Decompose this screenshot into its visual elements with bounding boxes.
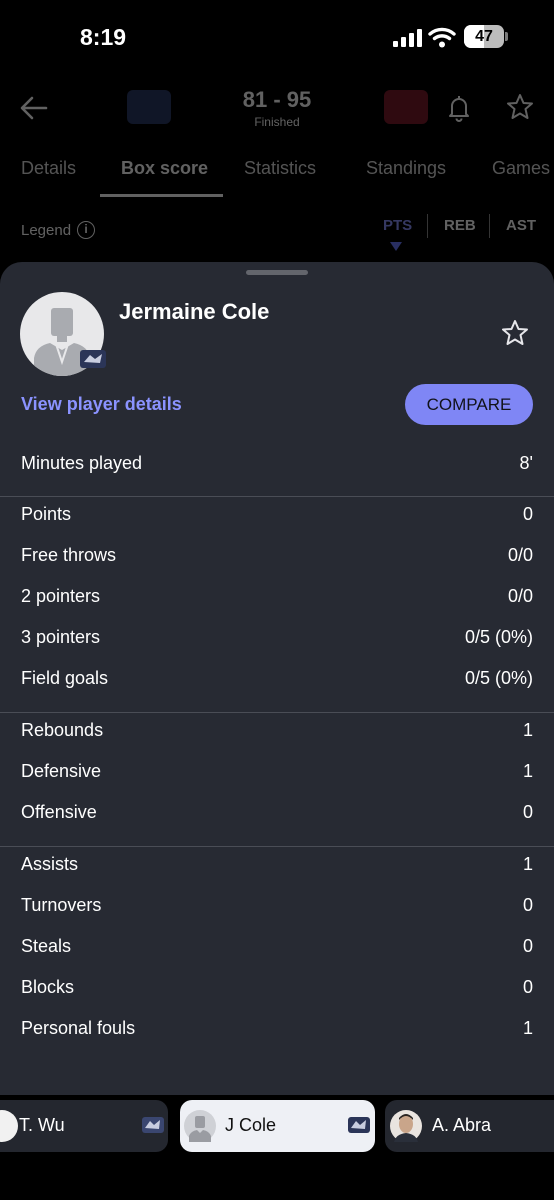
- stat-row: Defensive 1: [0, 753, 554, 794]
- stat-value: 1: [522, 854, 533, 874]
- stat-label: Minutes played: [21, 453, 143, 473]
- stat-value: 0/0: [507, 545, 533, 565]
- stat-row: Free throws 0/0: [0, 537, 554, 578]
- stat-row: Blocks 0: [0, 969, 554, 1010]
- home-team-logo[interactable]: [127, 90, 171, 124]
- status-bar: 8:19 47: [0, 0, 554, 70]
- compare-button[interactable]: COMPARE: [405, 384, 533, 425]
- bell-icon[interactable]: [447, 94, 471, 122]
- player-avatar: [0, 1110, 18, 1142]
- stat-value: 0/5 (0%): [464, 627, 533, 647]
- stat-label: Rebounds: [21, 720, 104, 740]
- stat-row: Rebounds 1: [0, 712, 554, 753]
- tab-box-score[interactable]: Box score: [121, 158, 208, 179]
- legend-label: Legend: [21, 221, 72, 239]
- match-status: Finished: [254, 115, 300, 129]
- match-score: 81 - 95: [242, 87, 312, 112]
- player-chip-name: T. Wu: [19, 1115, 65, 1135]
- toggle-reb[interactable]: REB: [444, 217, 476, 234]
- sheet-drag-handle[interactable]: [246, 270, 308, 275]
- view-player-details-link[interactable]: View player details: [21, 394, 182, 415]
- stat-value: 0: [522, 895, 533, 915]
- stat-row: 3 pointers 0/5 (0%): [0, 619, 554, 660]
- stat-label: Assists: [21, 854, 79, 874]
- player-photo-icon: [394, 1114, 418, 1142]
- stat-row: Field goals 0/5 (0%): [0, 660, 554, 701]
- toggle-ast[interactable]: AST: [506, 217, 536, 234]
- team-badge-icon: [80, 350, 106, 368]
- tab-standings[interactable]: Standings: [366, 158, 446, 179]
- stat-value: 0: [522, 977, 533, 997]
- star-icon[interactable]: [505, 92, 535, 122]
- stat-label: Blocks: [21, 977, 75, 997]
- away-team-logo[interactable]: [384, 90, 428, 124]
- stat-label: Free throws: [21, 545, 117, 565]
- stat-value: 0/0: [507, 586, 533, 606]
- stat-label: Offensive: [21, 802, 97, 822]
- stat-value: 1: [522, 720, 533, 740]
- stat-row: Points 0: [0, 496, 554, 537]
- stat-label: Personal fouls: [21, 1018, 136, 1038]
- favorite-star-icon[interactable]: [500, 318, 530, 348]
- legend-button[interactable]: Legend i: [21, 221, 96, 239]
- stat-label: Field goals: [21, 668, 109, 688]
- stat-label: Defensive: [21, 761, 102, 781]
- stat-row: 2 pointers 0/0: [0, 578, 554, 619]
- stat-value: 0: [522, 504, 533, 524]
- cellular-signal-icon: [393, 29, 422, 47]
- stat-value: 0: [522, 936, 533, 956]
- stat-row: Offensive 0: [0, 794, 554, 835]
- player-avatar: [390, 1110, 422, 1142]
- battery-icon: 47: [464, 25, 504, 48]
- player-chip-name: A. Abra: [432, 1115, 492, 1135]
- info-icon: i: [77, 221, 96, 239]
- team-badge-icon: [142, 1117, 164, 1133]
- active-toggle-caret-icon: [390, 242, 402, 251]
- stat-label: Steals: [21, 936, 72, 956]
- person-placeholder-icon: [189, 1116, 211, 1142]
- stat-row: Assists 1: [0, 846, 554, 887]
- stat-row: Steals 0: [0, 928, 554, 969]
- stat-value: 1: [522, 1018, 533, 1038]
- stat-row: Turnovers 0: [0, 887, 554, 928]
- tab-games[interactable]: Games: [492, 158, 550, 179]
- player-stats-sheet: Jermaine Cole View player details COMPAR…: [0, 262, 554, 1200]
- player-chip-t-wu[interactable]: T. Wu: [0, 1100, 168, 1152]
- tab-statistics[interactable]: Statistics: [244, 158, 316, 179]
- stat-row: Minutes played 8': [0, 445, 554, 486]
- tab-bar: Details Box score Statistics Standings G…: [0, 158, 554, 200]
- stat-label: 2 pointers: [21, 586, 101, 606]
- stat-value: 1: [522, 761, 533, 781]
- player-chip-name: J Cole: [225, 1115, 277, 1135]
- player-name: Jermaine Cole: [119, 299, 270, 324]
- battery-level: 47: [475, 28, 493, 45]
- player-avatar: [184, 1110, 216, 1142]
- stat-value: 0/5 (0%): [464, 668, 533, 688]
- toggle-divider: [489, 214, 490, 238]
- stat-label: 3 pointers: [21, 627, 101, 647]
- stat-label: Points: [21, 504, 72, 524]
- tab-details[interactable]: Details: [21, 158, 76, 179]
- player-switcher: T. Wu J Cole A. Abra: [0, 1095, 554, 1200]
- player-chip-j-cole[interactable]: J Cole: [180, 1100, 375, 1152]
- back-arrow-icon[interactable]: [18, 92, 50, 124]
- team-badge-icon: [348, 1117, 370, 1133]
- stat-row: Personal fouls 1: [0, 1010, 554, 1051]
- stat-value: 0: [522, 802, 533, 822]
- stat-value: 8': [519, 453, 533, 473]
- active-tab-indicator: [100, 194, 223, 197]
- status-time: 8:19: [80, 24, 127, 50]
- stat-label: Turnovers: [21, 895, 102, 915]
- player-chip-a-abra[interactable]: A. Abra: [385, 1100, 554, 1152]
- wifi-icon: [428, 27, 456, 48]
- match-header: 81 - 95 Finished Details Box score Stati…: [0, 70, 554, 265]
- toggle-pts[interactable]: PTS: [383, 217, 412, 234]
- toggle-divider: [427, 214, 428, 238]
